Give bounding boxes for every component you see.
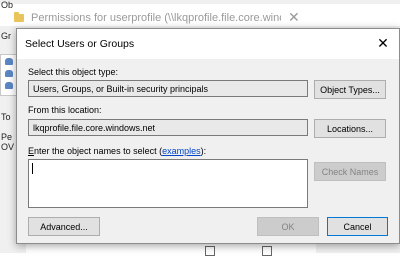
group-names-fragment: Gr bbox=[1, 31, 11, 41]
user-group-icon bbox=[5, 70, 13, 77]
folder-icon bbox=[14, 12, 24, 22]
text-cursor bbox=[32, 163, 33, 174]
to-change-fragment: To bbox=[1, 112, 11, 122]
locations-button[interactable]: Locations... bbox=[314, 119, 386, 138]
advanced-button[interactable]: Advanced... bbox=[28, 217, 100, 236]
object-type-field: Users, Groups, or Built-in security prin… bbox=[28, 80, 308, 97]
deny-checkbox[interactable] bbox=[262, 246, 272, 256]
close-icon[interactable]: ✕ bbox=[373, 33, 393, 53]
location-label: From this location: bbox=[28, 105, 102, 115]
object-name-fragment: Ob bbox=[1, 0, 14, 10]
select-users-dialog: Select Users or Groups ✕ Select this obj… bbox=[16, 28, 400, 244]
permissions-fragment: Pe bbox=[1, 132, 13, 142]
allow-checkbox[interactable] bbox=[205, 246, 215, 256]
object-names-label: Enter the object names to select (exampl… bbox=[28, 146, 206, 156]
object-types-button[interactable]: Object Types... bbox=[314, 80, 386, 99]
ok-button[interactable]: OK bbox=[257, 217, 319, 236]
dialog-titlebar: Select Users or Groups ✕ bbox=[17, 29, 399, 59]
user-group-icon bbox=[5, 82, 13, 89]
permissions-titlebar: Permissions for userprofile (\\lkqprofil… bbox=[0, 4, 400, 26]
check-names-button[interactable]: Check Names bbox=[314, 162, 386, 181]
permissions-window-title: Permissions for userprofile (\\lkqprofil… bbox=[31, 12, 281, 24]
permissions-fragment-2: OV bbox=[1, 142, 15, 152]
location-field: lkqprofile.file.core.windows.net bbox=[28, 119, 308, 136]
examples-link[interactable]: examples bbox=[162, 146, 201, 156]
object-type-label: Select this object type: bbox=[28, 67, 119, 77]
names-label-text: nter the object names to select ( bbox=[34, 146, 163, 156]
permissions-close-icon[interactable]: ✕ bbox=[288, 9, 300, 26]
dialog-title: Select Users or Groups bbox=[25, 38, 135, 50]
object-names-input[interactable] bbox=[28, 159, 308, 208]
names-label-end: ): bbox=[200, 146, 207, 156]
user-group-icon bbox=[5, 58, 13, 65]
cancel-button[interactable]: Cancel bbox=[327, 217, 388, 236]
